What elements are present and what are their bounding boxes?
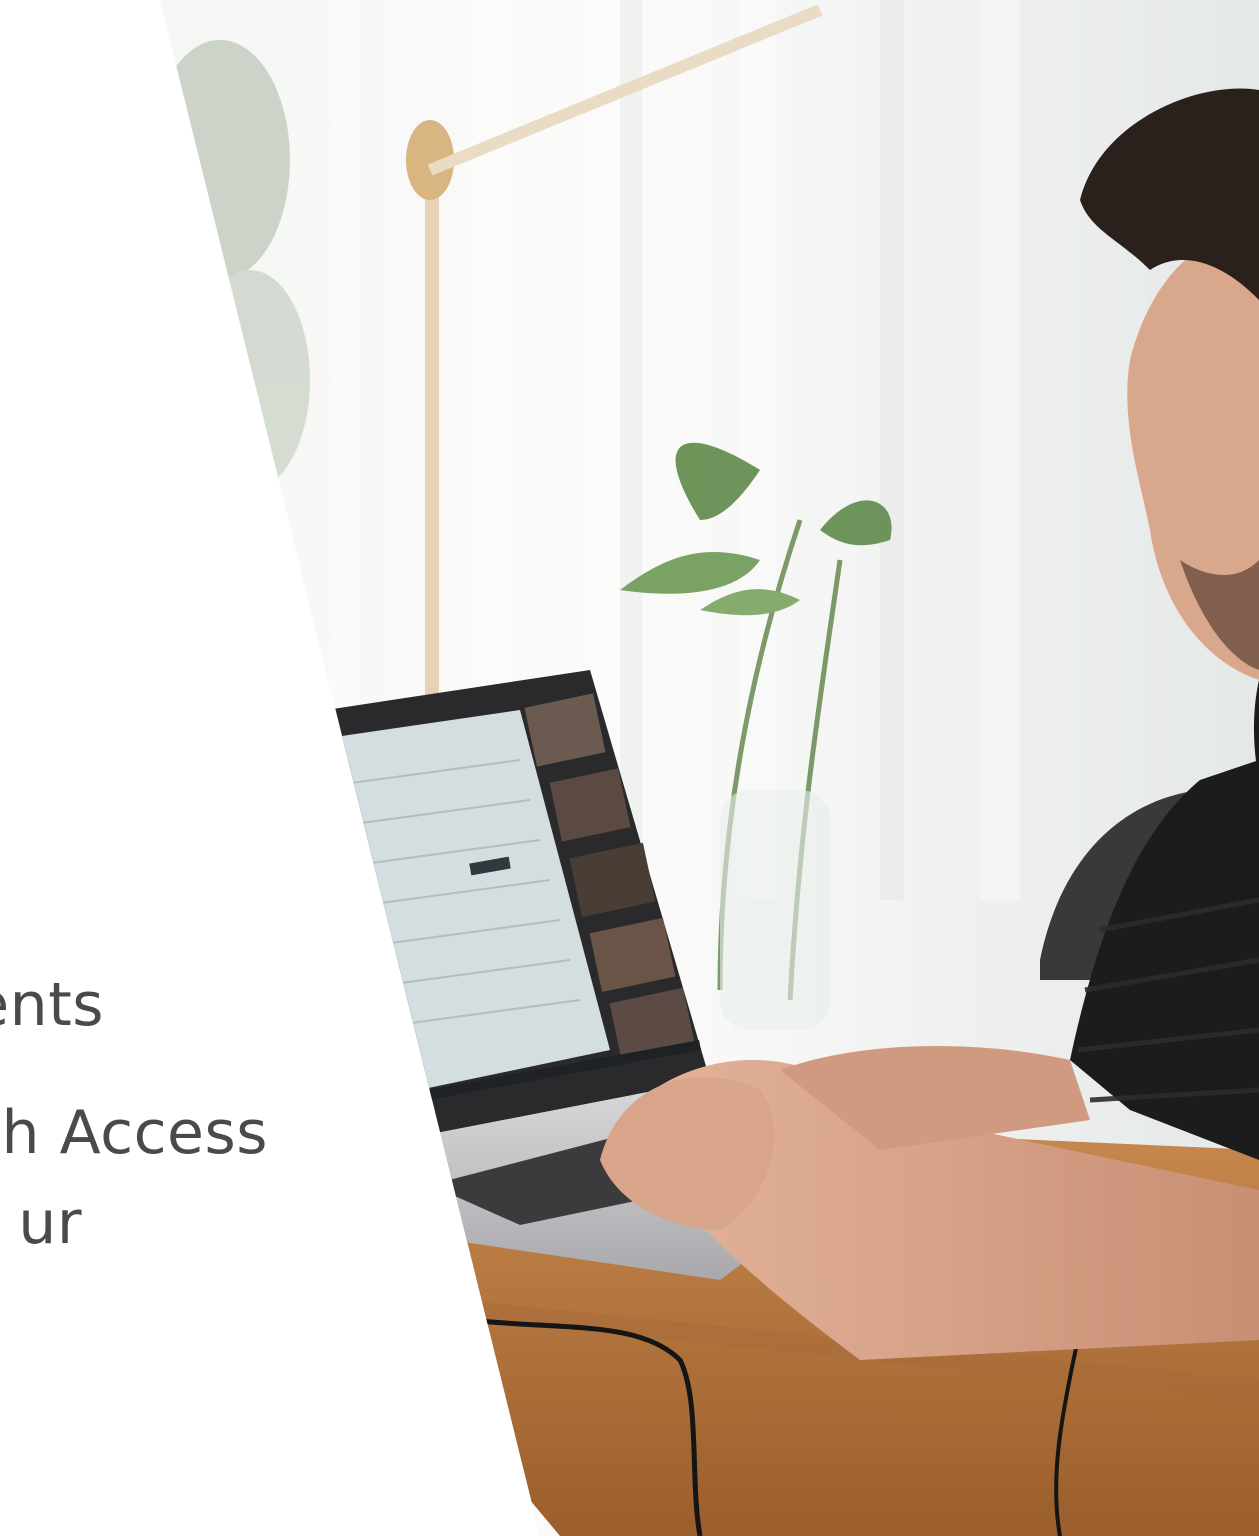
hero-copy-line-2: th Access xyxy=(0,1098,268,1168)
hero-copy: ents th Access ur xyxy=(0,0,1259,1536)
hero-copy-line-1: ents xyxy=(0,970,104,1040)
hero-section: ents th Access ur xyxy=(0,0,1259,1536)
hero-copy-line-3: ur xyxy=(18,1188,82,1258)
